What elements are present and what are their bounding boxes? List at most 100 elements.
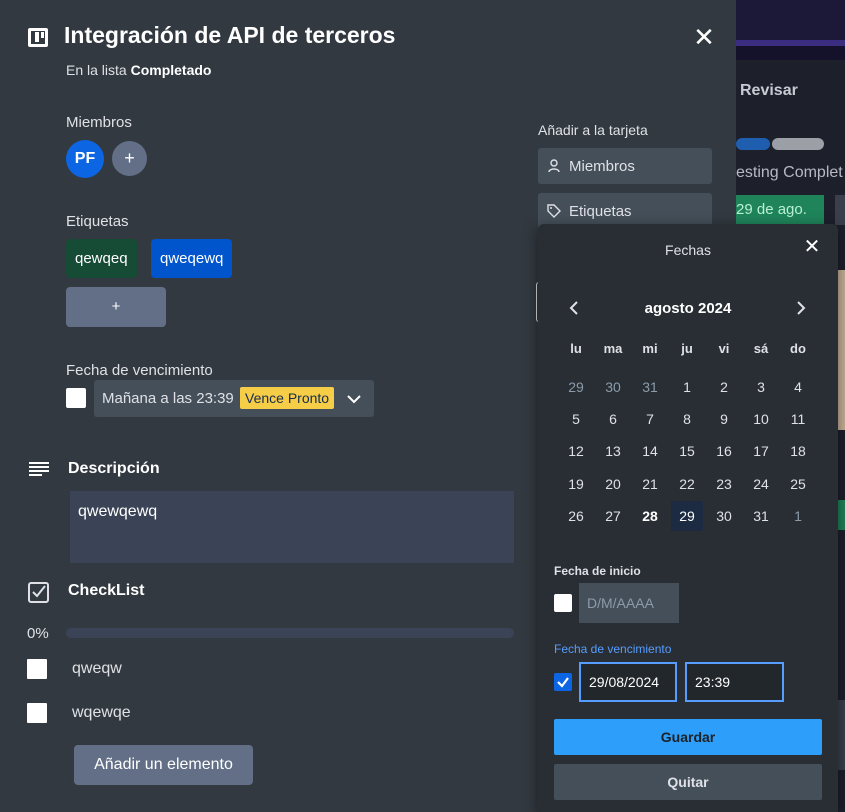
calendar-day[interactable]: 8 <box>671 404 703 434</box>
calendar-day[interactable]: 11 <box>782 404 814 434</box>
calendar-day[interactable]: 1 <box>671 372 703 402</box>
calendar-day[interactable]: 25 <box>782 469 814 499</box>
card-icon <box>28 28 48 47</box>
checkmark-icon <box>557 677 569 688</box>
board-card-cover-bar <box>736 138 770 150</box>
calendar-day[interactable]: 1 <box>782 501 814 531</box>
calendar-day[interactable]: 20 <box>597 469 629 499</box>
calendar-day[interactable]: 23 <box>708 469 740 499</box>
in-list-prefix: En la lista <box>66 62 127 78</box>
start-date-label: Fecha de inicio <box>554 564 641 578</box>
calendar-day[interactable]: 9 <box>708 404 740 434</box>
labels-label: Etiquetas <box>66 213 129 230</box>
list-name: Completado <box>130 62 212 78</box>
weekday-header: vi <box>718 341 730 356</box>
board-column-title[interactable]: Revisar <box>740 82 798 100</box>
members-label: Miembros <box>66 114 132 131</box>
calendar-day[interactable]: 7 <box>634 404 666 434</box>
weekday-header: do <box>790 341 806 356</box>
start-date-input[interactable]: D/M/AAAA <box>579 583 679 623</box>
save-button[interactable]: Guardar <box>554 719 822 755</box>
status-badge: Vence Pronto <box>240 387 335 409</box>
add-label-button[interactable]: + <box>66 287 166 327</box>
close-icon[interactable]: ✕ <box>801 236 823 258</box>
add-checklist-item-button[interactable]: Añadir un elemento <box>74 745 253 785</box>
calendar-day[interactable]: 14 <box>634 436 666 466</box>
calendar-day[interactable]: 30 <box>708 501 740 531</box>
calendar-day[interactable]: 18 <box>782 436 814 466</box>
due-time-input[interactable]: 23:39 <box>685 662 784 702</box>
calendar-day[interactable]: 10 <box>745 404 777 434</box>
calendar-day[interactable]: 30 <box>597 372 629 402</box>
weekday-header: sá <box>753 341 769 356</box>
remove-button[interactable]: Quitar <box>554 764 822 800</box>
due-date-dropdown[interactable]: Mañana a las 23:39 Vence Pronto <box>94 380 374 417</box>
avatar[interactable]: PF <box>66 140 104 178</box>
board-card-cover-bar <box>772 138 824 150</box>
description-title: Descripción <box>68 460 160 477</box>
close-icon[interactable]: ✕ <box>692 24 716 50</box>
board-card-fragment <box>835 195 845 225</box>
person-icon <box>548 159 560 173</box>
calendar-day[interactable]: 24 <box>745 469 777 499</box>
card-list-info: En la lista Completado <box>66 62 211 78</box>
calendar-day[interactable]: 28 <box>634 501 666 531</box>
checklist-percent: 0% <box>27 625 49 642</box>
checklist-item-text[interactable]: qweqw <box>72 660 122 678</box>
checklist-item-checkbox[interactable] <box>27 659 47 679</box>
checklist-progress-bar <box>66 628 514 638</box>
calendar-day[interactable]: 16 <box>708 436 740 466</box>
weekday-header: ju <box>681 341 693 356</box>
due-date-label: Fecha de vencimiento <box>66 362 213 379</box>
calendar-day[interactable]: 31 <box>634 372 666 402</box>
sidebar-members-label: Miembros <box>569 158 635 175</box>
checklist-icon <box>28 582 49 603</box>
calendar-day[interactable]: 27 <box>597 501 629 531</box>
sidebar-members-button[interactable]: Miembros <box>538 148 712 184</box>
chevron-right-icon[interactable] <box>791 298 811 318</box>
add-member-button[interactable]: + <box>112 141 147 176</box>
calendar-day[interactable]: 12 <box>560 436 592 466</box>
calendar-day[interactable]: 15 <box>671 436 703 466</box>
chevron-down-icon <box>347 395 361 404</box>
calendar-day[interactable]: 22 <box>671 469 703 499</box>
calendar-day[interactable]: 3 <box>745 372 777 402</box>
checklist-item-checkbox[interactable] <box>27 703 47 723</box>
popover-title: Fechas <box>665 242 711 258</box>
board-card-title[interactable]: esting Complet <box>736 164 843 182</box>
calendar-day[interactable]: 21 <box>634 469 666 499</box>
checklist-item-text[interactable]: wqewqe <box>72 704 131 722</box>
card-title[interactable]: Integración de API de terceros <box>64 22 395 49</box>
calendar-day[interactable]: 29 <box>671 501 703 531</box>
board-topbar <box>736 0 845 40</box>
calendar-day[interactable]: 31 <box>745 501 777 531</box>
due-complete-checkbox[interactable] <box>66 388 86 408</box>
weekday-header: lu <box>570 341 582 356</box>
description-icon <box>29 462 49 476</box>
calendar-day[interactable]: 2 <box>708 372 740 402</box>
due-date-field-label: Fecha de vencimiento <box>554 642 672 656</box>
dates-popover: Fechas ✕ agosto 2024 lu ma mi ju vi sá do 29 30… <box>538 224 838 812</box>
start-date-checkbox[interactable] <box>554 594 572 612</box>
sidebar-labels-label: Etiquetas <box>569 203 632 220</box>
board-accent-strip <box>736 40 845 46</box>
add-to-card-title: Añadir a la tarjeta <box>538 122 648 138</box>
label-chip[interactable]: qweqewq <box>151 239 233 278</box>
calendar-day[interactable]: 19 <box>560 469 592 499</box>
calendar-day[interactable]: 29 <box>560 372 592 402</box>
calendar-day[interactable]: 13 <box>597 436 629 466</box>
tag-icon <box>547 204 561 218</box>
weekday-header: ma <box>603 341 623 356</box>
label-chip[interactable]: qewqeq <box>66 239 137 278</box>
due-date-input[interactable]: 29/08/2024 <box>579 662 677 702</box>
due-date-value: Mañana a las 23:39 <box>102 390 234 407</box>
description-field[interactable]: qwewqewq <box>70 491 514 563</box>
checklist-title: CheckList <box>68 582 145 599</box>
calendar-day[interactable]: 6 <box>597 404 629 434</box>
calendar-day[interactable]: 4 <box>782 372 814 402</box>
due-date-checkbox[interactable] <box>554 673 572 691</box>
calendar-day[interactable]: 17 <box>745 436 777 466</box>
calendar-day[interactable]: 26 <box>560 501 592 531</box>
calendar-day[interactable]: 5 <box>560 404 592 434</box>
board-card-date-badge: 29 de ago. <box>736 195 824 225</box>
